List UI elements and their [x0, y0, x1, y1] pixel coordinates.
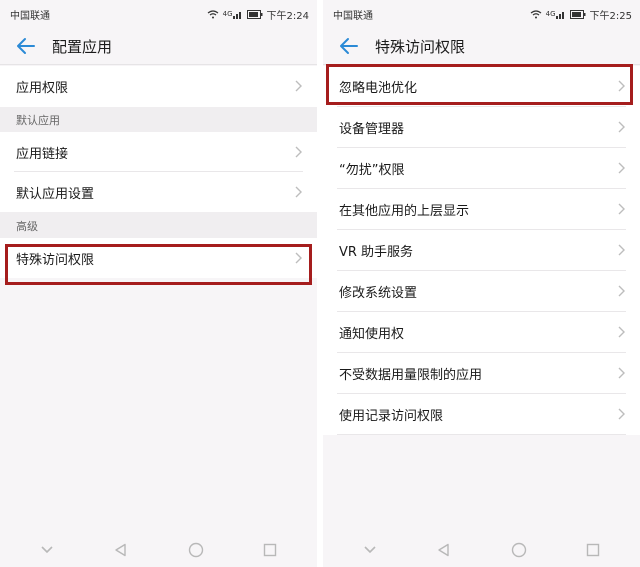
row-label: “勿扰”权限 [339, 163, 405, 178]
row-label: 不受数据用量限制的应用 [339, 368, 483, 383]
chevron-right-icon [295, 252, 302, 264]
carrier-name: 中国联通 [10, 10, 50, 22]
row-label: 应用权限 [16, 81, 69, 96]
settings-list: 应用权限 默认应用 应用链接 默认应用设置 高级 特殊访问权限 [0, 66, 317, 278]
chevron-right-icon [618, 121, 625, 133]
navigation-bar [0, 533, 317, 567]
signal-icon: 4G [546, 10, 566, 19]
row-modify-system-settings[interactable]: 修改系统设置 [323, 271, 640, 312]
arrow-left-icon[interactable] [14, 34, 38, 58]
chevron-right-icon [618, 367, 625, 379]
chevron-right-icon [618, 162, 625, 174]
row-label: 通知使用权 [339, 327, 405, 342]
row-label: VR 助手服务 [339, 245, 414, 260]
row-usage-access[interactable]: 使用记录访问权限 [323, 394, 640, 435]
signal-icon: 4G [223, 10, 243, 19]
section-header-advanced: 高级 [0, 212, 317, 238]
row-app-permissions[interactable]: 应用权限 [0, 66, 317, 107]
nav-home-icon[interactable] [184, 538, 208, 562]
row-label: 忽略电池优化 [339, 81, 418, 96]
chevron-right-icon [618, 80, 625, 92]
wifi-icon [530, 9, 542, 19]
page-title: 特殊访问权限 [375, 37, 466, 56]
row-special-access[interactable]: 特殊访问权限 [0, 238, 317, 278]
chevron-right-icon [295, 146, 302, 158]
arrow-left-icon[interactable] [337, 34, 361, 58]
row-label: 使用记录访问权限 [339, 409, 444, 424]
status-icons: 4G 下午2:24 [207, 7, 309, 22]
nav-back-icon[interactable] [432, 538, 456, 562]
row-label: 设备管理器 [339, 122, 405, 137]
status-bar: 中国联通 4G 下午2:24 [0, 0, 317, 28]
row-label: 特殊访问权限 [16, 252, 95, 268]
section-header-default-apps: 默认应用 [0, 107, 317, 132]
left-screen: 中国联通 4G 下午2:24 配置应用 应用权限 默认应用 应用链接 默认应用设… [0, 0, 317, 567]
nav-recent-icon[interactable] [581, 538, 605, 562]
row-default-app-settings[interactable]: 默认应用设置 [0, 172, 317, 212]
row-ignore-battery-optimization[interactable]: 忽略电池优化 [323, 66, 640, 107]
chevron-right-icon [618, 203, 625, 215]
row-vr-helper-services[interactable]: VR 助手服务 [323, 230, 640, 271]
chevron-right-icon [618, 326, 625, 338]
row-notification-access[interactable]: 通知使用权 [323, 312, 640, 353]
status-time: 下午2:25 [589, 10, 632, 22]
nav-back-icon[interactable] [109, 538, 133, 562]
row-label: 修改系统设置 [339, 286, 418, 301]
status-icons: 4G 下午2:25 [530, 7, 632, 22]
special-access-list: 忽略电池优化 设备管理器 “勿扰”权限 在其他应用的上层显示 VR 助手服务 修… [323, 66, 640, 435]
chevron-right-icon [618, 408, 625, 420]
row-label: 应用链接 [16, 146, 69, 162]
network-type: 4G [222, 10, 233, 18]
battery-icon [246, 9, 263, 19]
row-draw-over-apps[interactable]: 在其他应用的上层显示 [323, 189, 640, 230]
carrier-name: 中国联通 [333, 10, 373, 22]
row-app-links[interactable]: 应用链接 [0, 132, 317, 172]
chevron-right-icon [618, 285, 625, 297]
nav-recent-icon[interactable] [258, 538, 282, 562]
network-type: 4G [545, 10, 556, 18]
chevron-right-icon [295, 80, 302, 92]
row-label: 在其他应用的上层显示 [339, 204, 470, 219]
status-time: 下午2:24 [266, 10, 309, 22]
chevron-right-icon [295, 186, 302, 198]
wifi-icon [207, 9, 219, 19]
row-do-not-disturb-access[interactable]: “勿扰”权限 [323, 148, 640, 189]
chevron-right-icon [618, 244, 625, 256]
row-unrestricted-data-apps[interactable]: 不受数据用量限制的应用 [323, 353, 640, 394]
row-label: 默认应用设置 [16, 186, 95, 202]
nav-down-icon[interactable] [358, 538, 382, 562]
app-bar: 特殊访问权限 [323, 28, 640, 65]
page-title: 配置应用 [52, 37, 113, 56]
status-bar: 中国联通 4G 下午2:25 [323, 0, 640, 28]
row-device-admin[interactable]: 设备管理器 [323, 107, 640, 148]
nav-down-icon[interactable] [35, 538, 59, 562]
battery-icon [569, 9, 586, 19]
navigation-bar [323, 533, 640, 567]
app-bar: 配置应用 [0, 28, 317, 65]
nav-home-icon[interactable] [507, 538, 531, 562]
right-screen: 中国联通 4G 下午2:25 特殊访问权限 忽略电池优化 设备管理器 “勿扰”权… [323, 0, 640, 567]
